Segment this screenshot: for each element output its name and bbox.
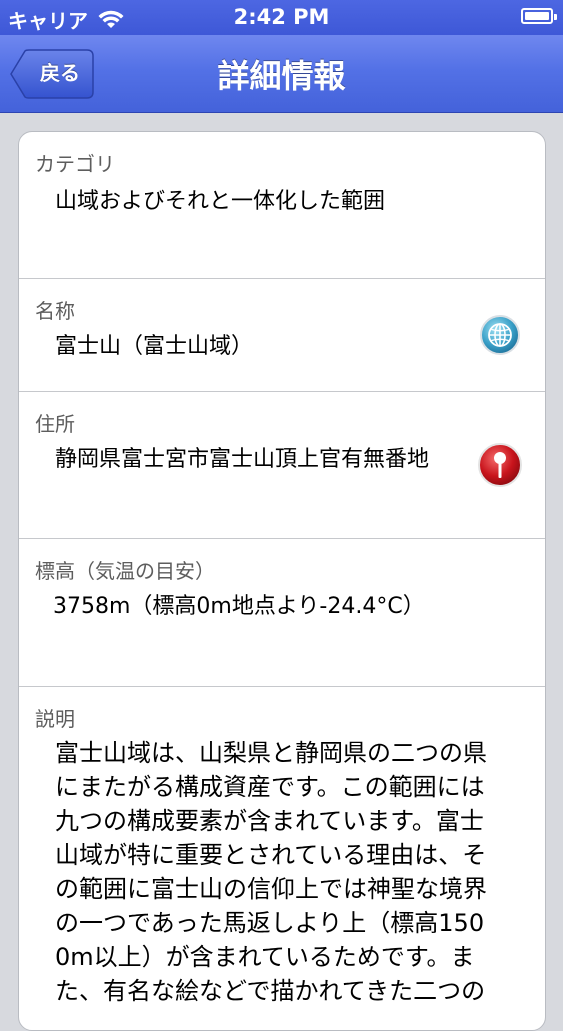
battery-level xyxy=(525,12,549,20)
description-line: にまたがる構成資産です。この範囲には xyxy=(55,773,485,801)
elevation-label: 標高（気温の目安） xyxy=(35,559,215,583)
detail-card: カテゴリ 山域およびそれと一体化した範囲 名称 富士山（富士山域） 住所 静岡県… xyxy=(18,131,546,1031)
name-label: 名称 xyxy=(35,299,75,323)
description-line: の範囲に富士山の信仰上では神聖な境界 xyxy=(55,875,487,903)
name-value: 富士山（富士山域） xyxy=(55,334,254,359)
description-line: 山域が特に重要とされている理由は、そ xyxy=(55,841,487,869)
address-value: 静岡県富士宮市富士山頂上官有無番地 xyxy=(55,447,430,472)
description-label: 説明 xyxy=(35,707,75,731)
category-label: カテゴリ xyxy=(35,152,115,176)
address-row: 住所 静岡県富士宮市富士山頂上官有無番地 xyxy=(19,392,545,539)
back-button-label: 戻る xyxy=(40,63,80,85)
website-globe-button[interactable] xyxy=(479,314,521,356)
status-bar: キャリア 2:42 PM xyxy=(0,0,563,35)
map-pin-button[interactable] xyxy=(477,442,523,488)
back-button[interactable]: 戻る xyxy=(10,49,94,99)
navigation-bar: 戻る 詳細情報 xyxy=(0,35,563,113)
detail-content: カテゴリ 山域およびそれと一体化した範囲 名称 富士山（富士山域） 住所 静岡県… xyxy=(0,113,563,1031)
address-label: 住所 xyxy=(35,412,75,436)
battery-icon xyxy=(521,8,557,24)
map-pin-icon xyxy=(478,443,522,487)
elevation-value: 3758m（標高0m地点より-24.4°C） xyxy=(53,594,425,619)
description-line: た、有名な絵などで描かれてきた二つの xyxy=(55,977,486,1005)
description-row: 説明 富士山域は、山梨県と静岡県の二つの県 にまたがる構成資産です。この範囲には… xyxy=(19,687,545,1030)
category-row: カテゴリ 山域およびそれと一体化した範囲 xyxy=(19,132,545,279)
globe-icon xyxy=(480,315,520,355)
description-line: の一つであった馬返しより上（標高150 xyxy=(55,909,485,937)
elevation-row: 標高（気温の目安） 3758m（標高0m地点より-24.4°C） xyxy=(19,539,545,687)
name-row: 名称 富士山（富士山域） xyxy=(19,279,545,392)
category-value: 山域およびそれと一体化した範囲 xyxy=(55,189,386,214)
status-time: 2:42 PM xyxy=(233,5,330,29)
description-line: 富士山域は、山梨県と静岡県の二つの県 xyxy=(55,739,487,767)
description-line: 0m以上）が含まれているためです。ま xyxy=(55,943,475,971)
description-text: 富士山域は、山梨県と静岡県の二つの県 にまたがる構成資産です。この範囲には 九つ… xyxy=(55,736,533,1008)
description-line: 九つの構成要素が含まれています。富士 xyxy=(55,807,484,835)
